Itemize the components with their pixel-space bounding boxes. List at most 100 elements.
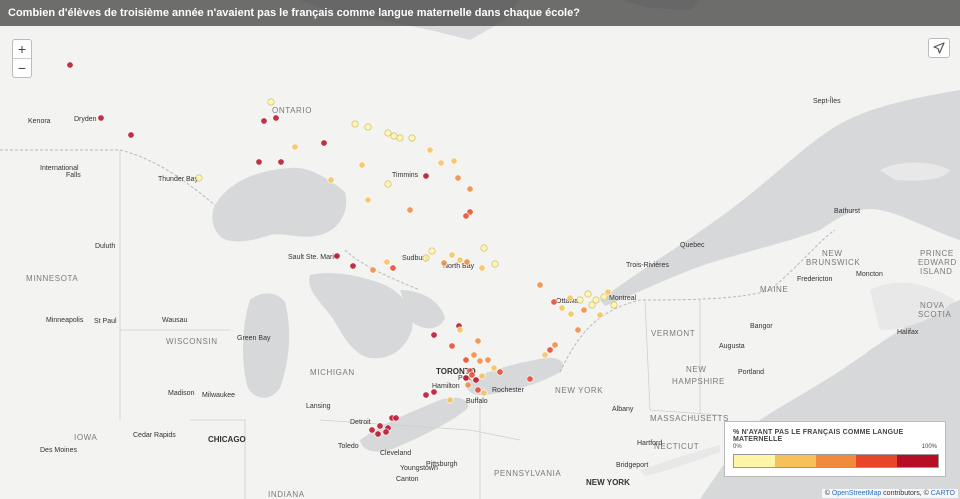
school-dot[interactable]: [456, 326, 464, 334]
school-dot[interactable]: [390, 132, 398, 140]
school-dot[interactable]: [333, 252, 341, 260]
school-dot[interactable]: [588, 301, 596, 309]
school-dot[interactable]: [66, 61, 74, 69]
school-dot[interactable]: [496, 368, 504, 376]
zoom-in-button[interactable]: +: [13, 40, 31, 59]
school-dot[interactable]: [430, 331, 438, 339]
school-dot[interactable]: [462, 212, 470, 220]
school-dot[interactable]: [462, 356, 470, 364]
school-dot[interactable]: [472, 376, 480, 384]
school-dot[interactable]: [464, 381, 472, 389]
school-dot[interactable]: [490, 364, 498, 372]
city-label: Duluth: [95, 243, 115, 250]
school-dot[interactable]: [478, 372, 486, 380]
carto-link[interactable]: CARTO: [931, 490, 955, 497]
school-dot[interactable]: [480, 389, 488, 397]
school-dot[interactable]: [392, 414, 400, 422]
school-dot[interactable]: [478, 264, 486, 272]
osm-link[interactable]: OpenStreetMap: [832, 490, 881, 497]
school-dot[interactable]: [437, 159, 445, 167]
school-dot[interactable]: [456, 256, 464, 264]
school-dot[interactable]: [127, 131, 135, 139]
school-dot[interactable]: [277, 158, 285, 166]
school-dot[interactable]: [463, 258, 471, 266]
school-dot[interactable]: [358, 161, 366, 169]
school-dot[interactable]: [567, 310, 575, 318]
school-dot[interactable]: [448, 342, 456, 350]
city-label: Moncton: [856, 271, 883, 278]
school-dot[interactable]: [450, 157, 458, 165]
school-dot[interactable]: [408, 134, 416, 142]
city-label: Falls: [66, 172, 81, 179]
school-dot[interactable]: [446, 396, 454, 404]
school-dot[interactable]: [369, 266, 377, 274]
locate-button[interactable]: [928, 38, 950, 58]
region-label: ISLAND: [920, 267, 953, 276]
school-dot[interactable]: [384, 129, 392, 137]
school-dot[interactable]: [364, 123, 372, 131]
school-dot[interactable]: [349, 262, 357, 270]
legend-title: % N'AYANT PAS LE FRANÇAIS COMME LANGUE M…: [733, 429, 904, 443]
school-dot[interactable]: [526, 375, 534, 383]
zoom-out-button[interactable]: −: [13, 59, 31, 77]
attribution: © OpenStreetMap contributors, © CARTO: [821, 489, 958, 498]
school-dot[interactable]: [474, 337, 482, 345]
school-dot[interactable]: [480, 244, 488, 252]
school-dot[interactable]: [428, 247, 436, 255]
school-dot[interactable]: [448, 251, 456, 259]
school-dot[interactable]: [558, 304, 566, 312]
school-dot[interactable]: [426, 146, 434, 154]
school-dot[interactable]: [584, 290, 592, 298]
school-dot[interactable]: [470, 351, 478, 359]
school-dot[interactable]: [396, 134, 404, 142]
school-dot[interactable]: [610, 301, 618, 309]
school-dot[interactable]: [320, 139, 328, 147]
school-dot[interactable]: [97, 114, 105, 122]
school-dot[interactable]: [406, 206, 414, 214]
school-dot[interactable]: [195, 174, 203, 182]
school-dot[interactable]: [550, 298, 558, 306]
school-dot[interactable]: [327, 176, 335, 184]
school-dot[interactable]: [383, 258, 391, 266]
legend-min-label: 0%: [733, 444, 742, 450]
school-dot[interactable]: [440, 259, 448, 267]
school-dot[interactable]: [484, 356, 492, 364]
school-dot[interactable]: [474, 386, 482, 394]
school-dot[interactable]: [422, 172, 430, 180]
school-dot[interactable]: [566, 294, 574, 302]
school-dot[interactable]: [604, 288, 612, 296]
school-dot[interactable]: [476, 357, 484, 365]
school-dot[interactable]: [260, 117, 268, 125]
school-dot[interactable]: [580, 306, 588, 314]
school-dot[interactable]: [596, 311, 604, 319]
school-dot[interactable]: [368, 426, 376, 434]
school-dot[interactable]: [551, 341, 559, 349]
school-dot[interactable]: [491, 260, 499, 268]
school-dot[interactable]: [422, 254, 430, 262]
school-dot[interactable]: [422, 391, 430, 399]
school-dot[interactable]: [389, 264, 397, 272]
school-dot[interactable]: [536, 281, 544, 289]
school-dot[interactable]: [430, 388, 438, 396]
city-label: Des Moines: [40, 447, 77, 454]
city-label: Canton: [396, 476, 419, 483]
school-dot[interactable]: [546, 346, 554, 354]
school-dot[interactable]: [267, 98, 275, 106]
school-dot[interactable]: [384, 180, 392, 188]
school-dot[interactable]: [364, 196, 372, 204]
school-dot[interactable]: [291, 143, 299, 151]
school-dot[interactable]: [574, 326, 582, 334]
city-label: Madison: [168, 390, 195, 397]
school-dot[interactable]: [454, 174, 462, 182]
school-dot[interactable]: [376, 422, 384, 430]
school-dot[interactable]: [466, 185, 474, 193]
school-dot[interactable]: [272, 114, 280, 122]
school-dot[interactable]: [576, 296, 584, 304]
school-dot[interactable]: [382, 428, 390, 436]
school-dot[interactable]: [255, 158, 263, 166]
zoom-control: + −: [12, 39, 32, 78]
school-dot[interactable]: [374, 430, 382, 438]
school-dot[interactable]: [541, 351, 549, 359]
school-dot[interactable]: [462, 374, 470, 382]
school-dot[interactable]: [351, 120, 359, 128]
